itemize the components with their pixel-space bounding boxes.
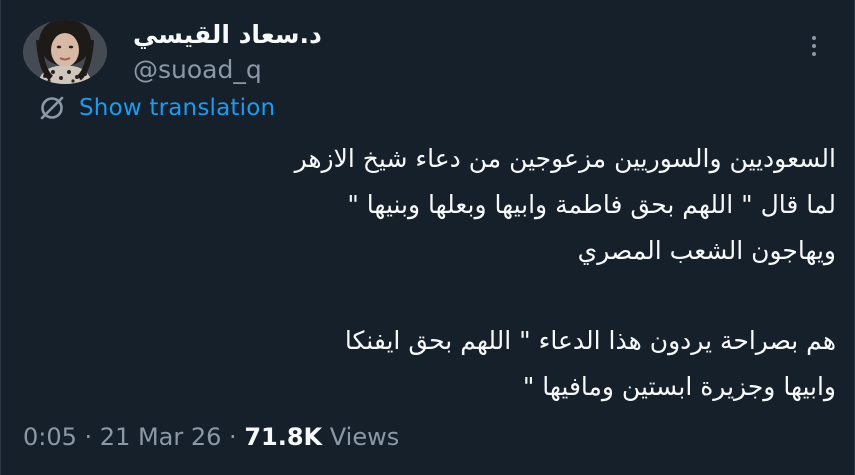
profile-photo — [23, 20, 107, 84]
show-translation-label: Show translation — [79, 95, 276, 121]
more-vertical-icon-dot — [812, 44, 816, 48]
globe-slash-icon — [40, 96, 64, 120]
views-label: Views — [329, 423, 400, 451]
tweet-meta: 0:05 · 21 Mar 26 · 71.8K Views — [23, 420, 399, 454]
meta-separator: · — [76, 423, 100, 451]
tweet-text: السعوديين والسوريين مزعوجين من دعاء شيخ … — [21, 136, 836, 410]
user-handle[interactable]: @suoad_q — [133, 54, 553, 86]
tweet-card: د.سعاد القيسي @suoad_q Show translation … — [0, 0, 855, 475]
display-name[interactable]: د.سعاد القيسي — [133, 18, 553, 52]
tweet-text-line: هم بصراحة يردون هذا الدعاء " اللهم بحق ا… — [344, 326, 836, 355]
more-vertical-icon-dot — [812, 52, 816, 56]
tweet-time[interactable]: 0:05 — [23, 423, 77, 451]
tweet-text-line: السعوديين والسوريين مزعوجين من دعاء شيخ … — [294, 144, 836, 173]
more-vertical-icon — [812, 36, 816, 40]
more-options-button[interactable] — [801, 30, 827, 62]
tweet-date[interactable]: 21 Mar 26 — [100, 423, 222, 451]
user-info: د.سعاد القيسي @suoad_q — [133, 18, 553, 86]
tweet-text-line: لما قال " اللهم بحق فاطمة وابيها وبعلها … — [347, 190, 836, 219]
avatar[interactable] — [23, 20, 107, 84]
tweet-text-line: وابيها وجزيرة ابستين ومافيها " — [522, 372, 836, 401]
tweet-text-line: ويهاجون الشعب المصري — [577, 236, 836, 265]
meta-separator: · — [221, 423, 245, 451]
show-translation-link[interactable]: Show translation — [37, 92, 275, 124]
views-count[interactable]: 71.8K — [244, 423, 322, 451]
